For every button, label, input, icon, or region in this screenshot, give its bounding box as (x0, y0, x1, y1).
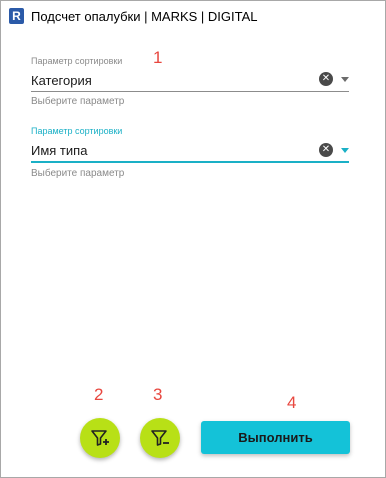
sort-parameter-field-2[interactable]: Параметр сортировки Имя типа ✕ Выберите … (31, 126, 349, 186)
field-value: Имя типа (31, 143, 88, 158)
clear-icon[interactable]: ✕ (319, 143, 333, 157)
run-button[interactable]: Выполнить (201, 421, 350, 454)
chevron-down-icon[interactable] (341, 148, 349, 153)
field-value: Категория (31, 73, 92, 88)
app-icon: R (9, 8, 24, 24)
field-underline (31, 91, 349, 92)
title-bar[interactable]: R Подсчет опалубки | MARKS | DIGITAL (1, 1, 385, 31)
dialog-window: R Подсчет опалубки | MARKS | DIGITAL Пар… (0, 0, 386, 478)
annotation-2: 2 (94, 385, 104, 404)
filter-plus-icon (91, 430, 109, 446)
filter-minus-icon (151, 430, 169, 446)
annotation-4: 4 (287, 393, 297, 412)
app-icon-letter: R (12, 9, 21, 23)
field-hint: Выберите параметр (31, 168, 125, 179)
remove-filter-button[interactable] (140, 418, 180, 458)
window-title: Подсчет опалубки | MARKS | DIGITAL (31, 9, 258, 24)
sort-parameter-field-1[interactable]: Параметр сортировки Категория ✕ Выберите… (31, 56, 349, 116)
field-label: Параметр сортировки (31, 56, 123, 66)
annotation-1: 1 (153, 48, 163, 67)
field-underline (31, 161, 349, 163)
field-label: Параметр сортировки (31, 126, 123, 136)
field-hint: Выберите параметр (31, 96, 125, 107)
chevron-down-icon[interactable] (341, 77, 349, 82)
add-filter-button[interactable] (80, 418, 120, 458)
annotation-3: 3 (153, 385, 163, 404)
clear-icon[interactable]: ✕ (319, 72, 333, 86)
